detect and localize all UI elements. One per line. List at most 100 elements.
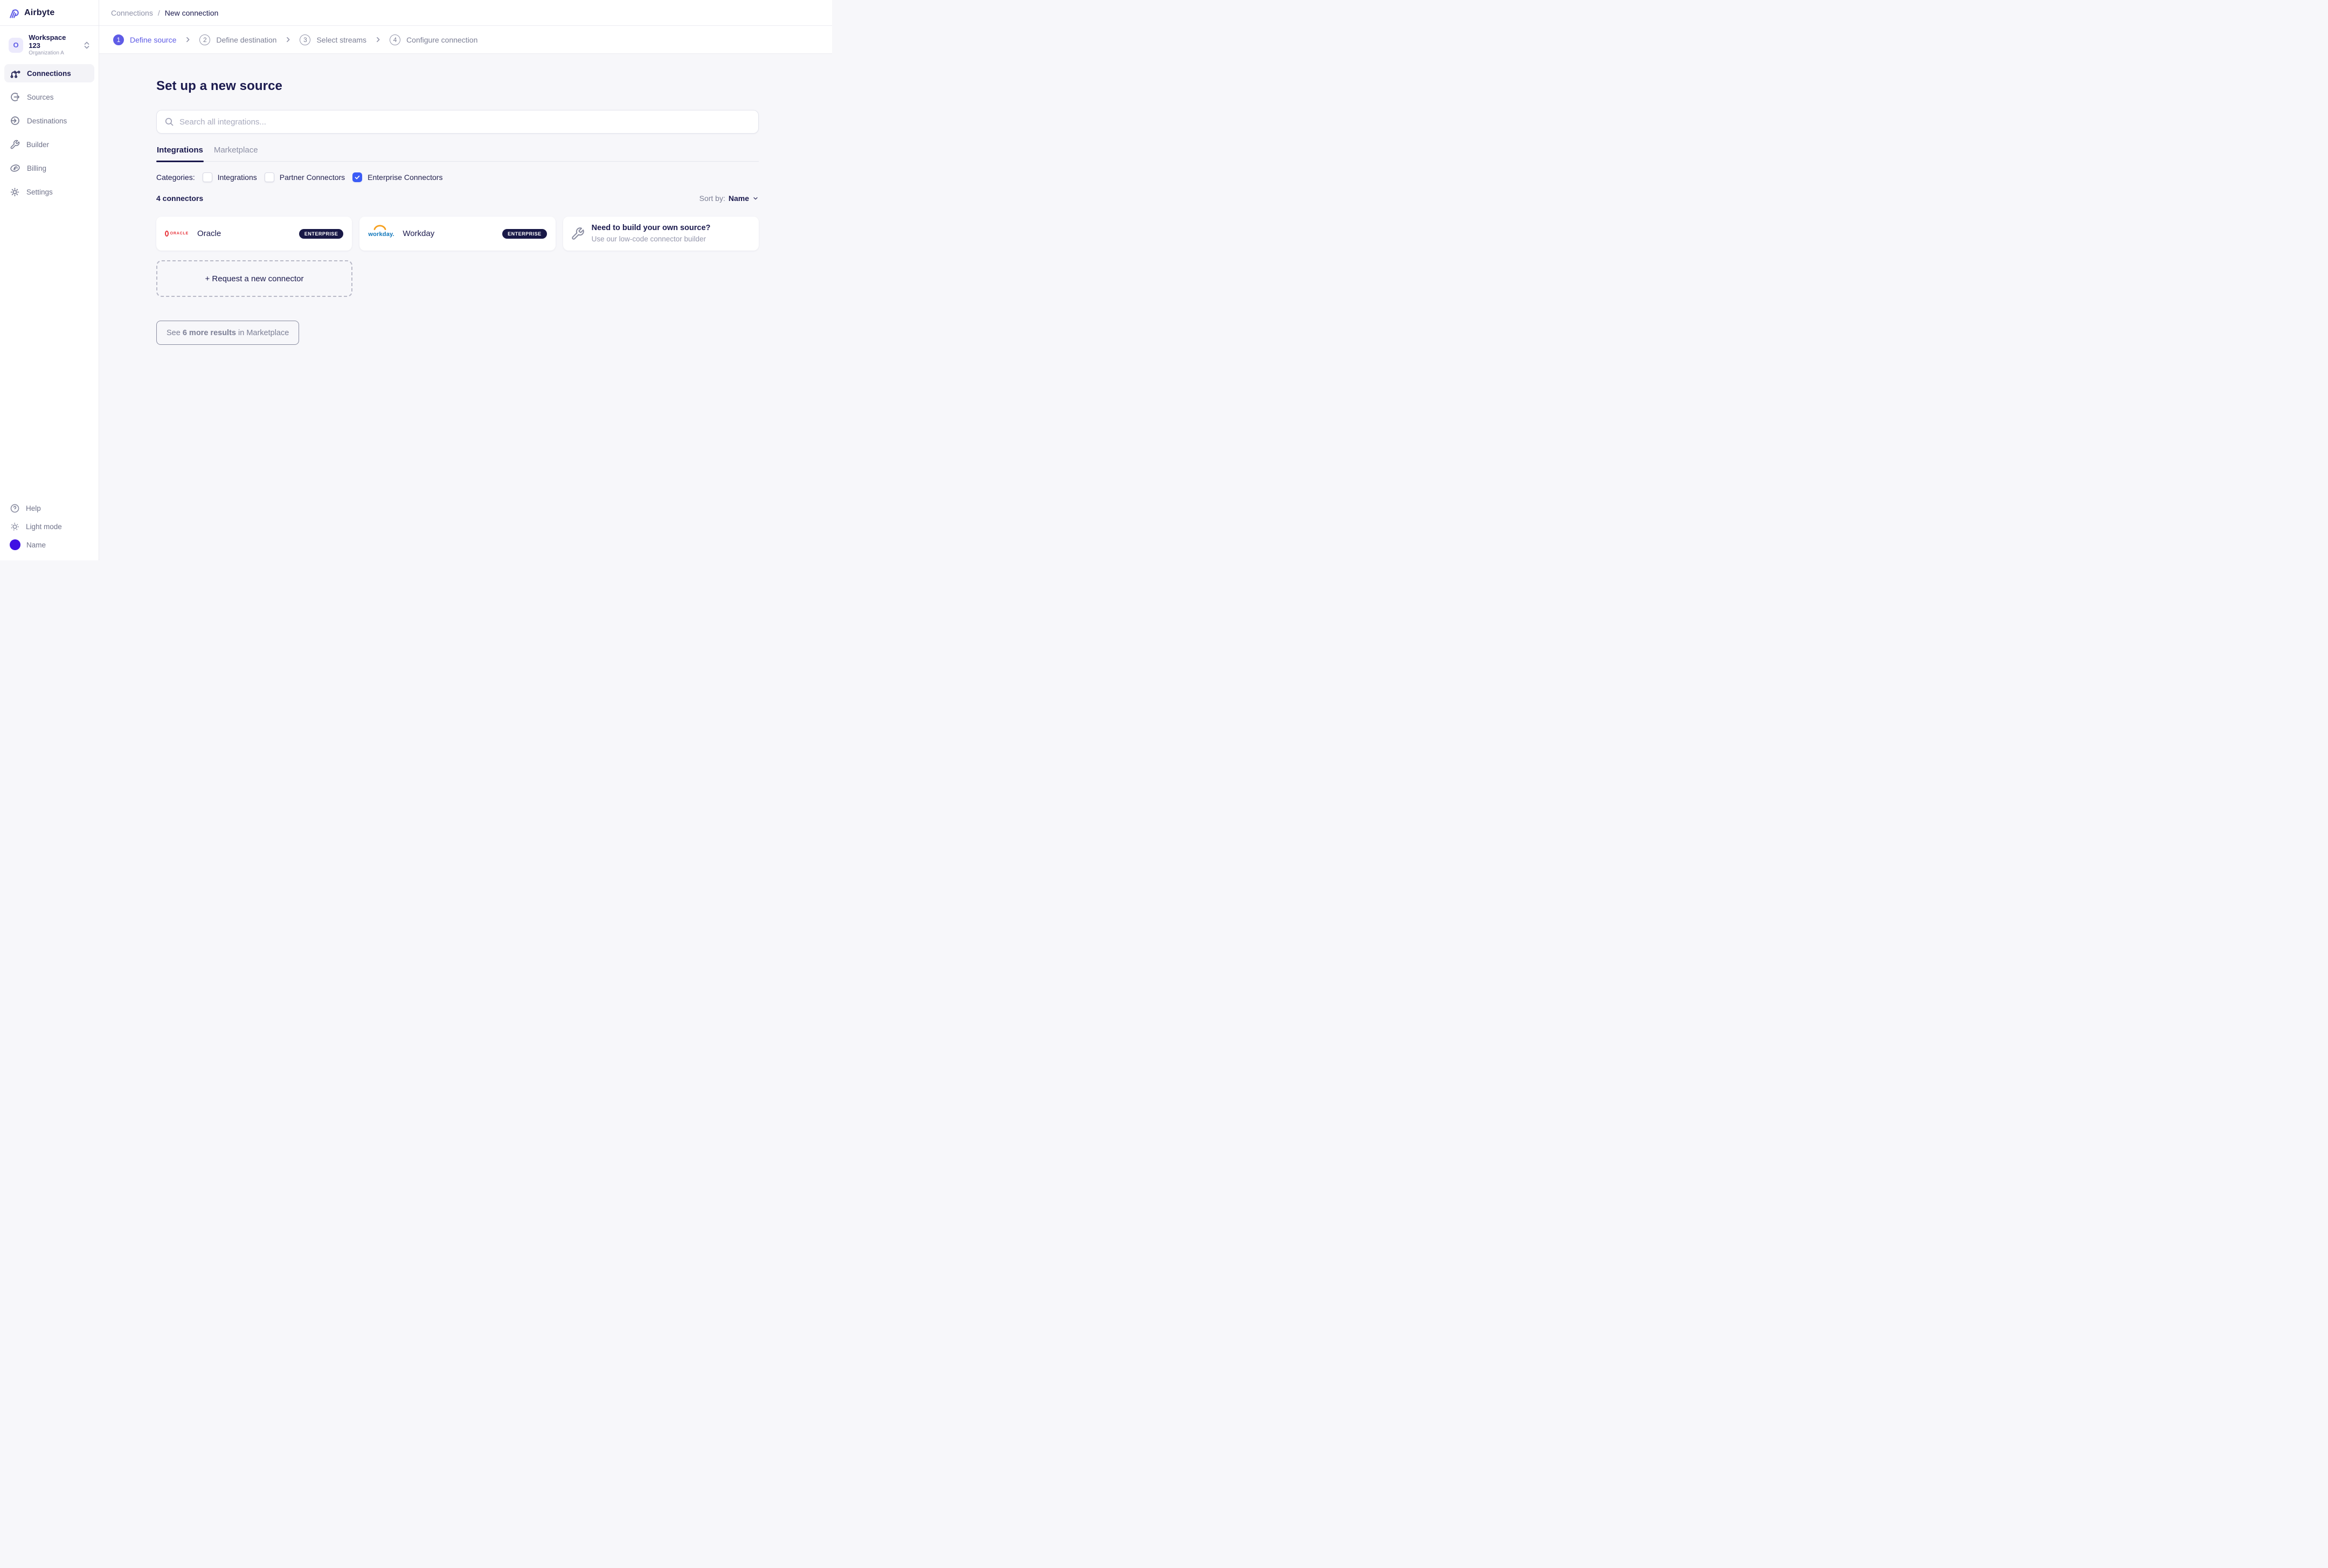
destinations-icon [10, 115, 20, 126]
chevron-right-icon [184, 36, 191, 43]
airbyte-logo-icon [8, 7, 20, 19]
workday-logo-arc [371, 223, 389, 233]
sidebar-item-destinations[interactable]: Destinations [4, 112, 94, 130]
sidebar-item-sources[interactable]: Sources [4, 88, 94, 106]
breadcrumb-separator: / [157, 8, 160, 17]
step-label: Select streams [316, 35, 367, 44]
help-label: Help [26, 504, 41, 512]
search-bar [156, 110, 759, 134]
filter-partner-connectors[interactable]: Partner Connectors [264, 172, 345, 182]
connector-card-workday[interactable]: workday. Workday ENTERPRISE [359, 217, 556, 251]
checkbox-checked[interactable] [352, 172, 363, 182]
chevron-down-icon [752, 195, 759, 202]
see-more-results-button[interactable]: See 6 more results in Marketplace [156, 321, 300, 345]
connector-name: Oracle [197, 229, 221, 238]
sidebar-item-billing[interactable]: Billing [4, 159, 94, 177]
workday-logo: workday. [368, 225, 394, 239]
see-more-count: 6 more results [182, 328, 236, 337]
wrench-icon [571, 227, 585, 241]
request-connector-button[interactable]: + Request a new connector [156, 260, 352, 297]
settings-gear-icon [10, 187, 20, 197]
sidebar-item-label: Connections [27, 69, 71, 78]
content: Set up a new source Integrations Marketp… [99, 54, 832, 560]
categories-label: Categories: [156, 173, 195, 182]
workspace-name: Workspace 123 [29, 33, 66, 50]
user-avatar [10, 539, 20, 550]
sidebar-item-label: Destinations [27, 116, 67, 125]
connector-card-oracle[interactable]: ORACLE Oracle ENTERPRISE [156, 217, 352, 251]
main-area: Connections / New connection 1 Define so… [99, 0, 832, 560]
oracle-logo-mark [165, 231, 169, 237]
sources-icon [10, 92, 20, 102]
step-define-source[interactable]: 1 Define source [113, 34, 176, 45]
sort-value: Name [728, 194, 749, 203]
filter-integrations[interactable]: Integrations [202, 172, 257, 182]
theme-label: Light mode [26, 522, 62, 531]
results-header: 4 connectors Sort by: Name [156, 194, 759, 203]
light-mode-sun-icon [10, 522, 20, 532]
oracle-logo-text: ORACLE [170, 232, 189, 235]
builder-card-subtitle: Use our low-code connector builder [591, 235, 706, 244]
chevron-right-icon [375, 36, 382, 43]
connector-count: 4 connectors [156, 194, 204, 203]
help-icon [10, 503, 20, 514]
see-more-suffix: in Marketplace [235, 328, 289, 337]
connector-name: Workday [403, 229, 435, 238]
enterprise-badge: ENTERPRISE [299, 228, 344, 239]
sidebar-item-builder[interactable]: Builder [4, 135, 94, 154]
sidebar-item-settings[interactable]: Settings [4, 183, 94, 201]
step-label: Define source [130, 35, 177, 44]
sort-label: Sort by: [699, 194, 725, 203]
see-more-prefix: See [167, 328, 183, 337]
tab-integrations[interactable]: Integrations [156, 142, 204, 162]
step-label: Configure connection [406, 35, 478, 44]
page-title: Set up a new source [156, 79, 282, 93]
oracle-logo: ORACLE [165, 231, 189, 237]
tab-marketplace[interactable]: Marketplace [213, 142, 259, 161]
step-select-streams[interactable]: 3 Select streams [300, 34, 366, 45]
workspace-selector[interactable]: O Workspace 123 Organization A [4, 30, 94, 60]
checkbox-unchecked[interactable] [202, 172, 212, 182]
theme-toggle[interactable]: Light mode [6, 517, 92, 536]
stepper: 1 Define source 2 Define destination 3 S… [99, 26, 832, 54]
sidebar-item-label: Settings [26, 188, 53, 196]
filter-label: Enterprise Connectors [368, 173, 443, 182]
filter-enterprise-connectors[interactable]: Enterprise Connectors [352, 172, 442, 182]
app-logo: Airbyte [0, 0, 99, 26]
builder-card-title: Need to build your own source? [591, 224, 711, 233]
sort-dropdown[interactable]: Sort by: Name [699, 194, 759, 203]
filter-label: Partner Connectors [279, 173, 345, 182]
search-icon [164, 117, 174, 127]
sidebar-footer: Help Light mode Name [0, 499, 99, 560]
checkbox-unchecked[interactable] [264, 172, 274, 182]
workspace-org: Organization A [29, 50, 64, 56]
chevron-right-icon [285, 36, 292, 43]
search-input[interactable] [179, 117, 751, 127]
workspace-caret-icon [84, 41, 90, 50]
enterprise-badge: ENTERPRISE [502, 228, 547, 239]
sidebar-item-label: Sources [27, 93, 54, 101]
step-configure-connection[interactable]: 4 Configure connection [390, 34, 477, 45]
step-number: 4 [390, 34, 401, 45]
filter-label: Integrations [217, 173, 257, 182]
step-define-destination[interactable]: 2 Define destination [199, 34, 276, 45]
user-menu[interactable]: Name [6, 536, 92, 554]
workspace-avatar: O [9, 37, 24, 53]
step-number: 2 [199, 34, 211, 45]
breadcrumb: Connections / New connection [99, 0, 832, 26]
billing-icon [10, 163, 20, 174]
build-your-own-card[interactable]: Need to build your own source? Use our l… [563, 217, 759, 251]
help-button[interactable]: Help [6, 499, 92, 517]
step-label: Define destination [216, 35, 277, 44]
breadcrumb-connections-link[interactable]: Connections [111, 9, 153, 17]
sidebar-item-connections[interactable]: Connections [4, 64, 94, 83]
category-filters: Categories: Integrations Partner Connect… [156, 172, 759, 182]
sidebar-nav: Connections Sources Destinations Builder… [0, 64, 99, 206]
step-number: 3 [300, 34, 311, 45]
sidebar-item-label: Billing [27, 164, 47, 172]
builder-wrench-icon [10, 140, 20, 150]
sidebar-item-label: Builder [26, 140, 50, 149]
breadcrumb-current: New connection [164, 8, 219, 17]
connections-icon [10, 68, 20, 79]
app-logo-text: Airbyte [24, 8, 55, 17]
